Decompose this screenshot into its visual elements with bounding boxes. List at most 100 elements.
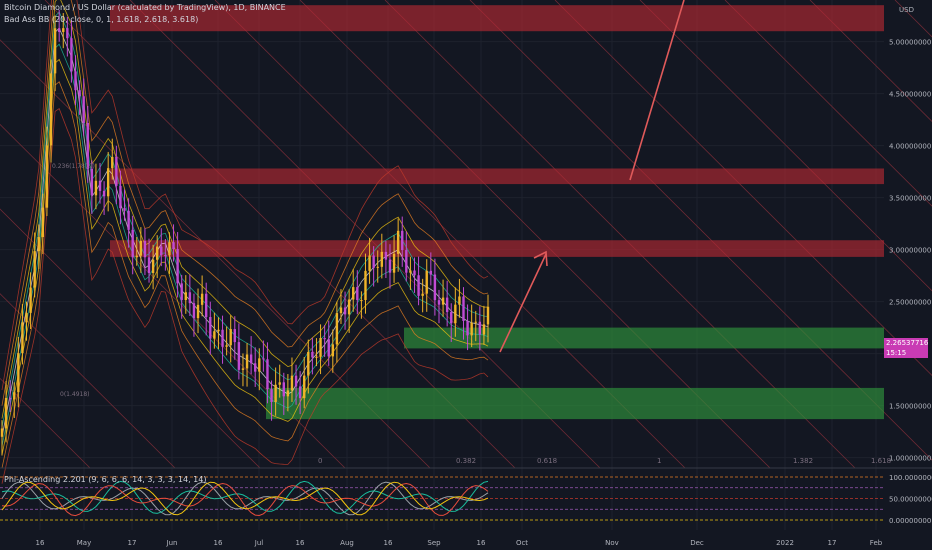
- candle-body: [13, 392, 16, 400]
- candle-body: [245, 354, 249, 369]
- candle-body: [151, 259, 155, 274]
- candle-body: [98, 180, 102, 191]
- candle-body: [135, 255, 138, 258]
- candle-body: [388, 259, 392, 273]
- candle-body: [205, 293, 208, 317]
- candle-body: [192, 303, 196, 319]
- fib-side-label: 0.236(1.7819): [52, 163, 95, 170]
- price-chart[interactable]: 5.00000000 4.50000000 4.00000000 3.50000000…: [0, 0, 932, 550]
- candle-body: [33, 251, 36, 288]
- candle-body: [127, 210, 130, 230]
- candle-body: [70, 38, 73, 72]
- osc-tick-label: 50.00000000: [889, 496, 932, 504]
- candle-body: [225, 345, 228, 347]
- time-tick-label: 16: [384, 539, 393, 547]
- candle-body: [462, 296, 465, 321]
- time-axis[interactable]: 16 May 17 Jun 16 Jul 16 Aug 16 Sep 16 Oct Nov Dec 2022…: [36, 539, 883, 547]
- osc-tick-label: 100.00000000: [889, 474, 932, 482]
- candle-body: [356, 287, 359, 301]
- candle-body: [229, 329, 232, 346]
- candle-body: [53, 28, 57, 74]
- fib-label: 0.382: [456, 457, 476, 465]
- candle-body: [413, 270, 416, 276]
- candle-body: [290, 375, 294, 391]
- time-tick-label: 16: [296, 539, 305, 547]
- candle-body: [421, 293, 424, 296]
- candle-body: [364, 270, 367, 301]
- current-price-value: 2.26537716: [886, 339, 929, 347]
- candle-body: [233, 329, 236, 343]
- candle-body: [286, 390, 290, 397]
- time-tick-label: Feb: [870, 539, 883, 547]
- candle-body: [86, 123, 89, 169]
- fib-label: 1.382: [793, 457, 813, 465]
- candle-body: [396, 230, 400, 254]
- time-tick-label: Nov: [605, 539, 619, 547]
- currency-label: USD: [899, 6, 914, 14]
- time-tick-label: Jul: [254, 539, 264, 547]
- candle-body: [17, 353, 20, 393]
- candle-body: [41, 207, 45, 238]
- candle-body: [57, 28, 61, 32]
- candle-body: [160, 246, 163, 256]
- candle-body: [209, 316, 212, 339]
- candle-body: [29, 287, 32, 313]
- price-tick-label: 5.00000000: [889, 39, 931, 47]
- candle-body: [405, 250, 408, 273]
- candle-body: [155, 246, 159, 260]
- candle-body: [139, 240, 143, 256]
- candle-body: [254, 363, 257, 372]
- candle-body: [188, 292, 192, 304]
- time-tick-label: 16: [477, 539, 486, 547]
- candle-body: [331, 344, 335, 357]
- candle-body: [78, 90, 81, 97]
- candle-body: [168, 242, 171, 256]
- candle-body: [315, 356, 318, 358]
- time-tick-label: 16: [214, 539, 223, 547]
- price-axis[interactable]: 5.00000000 4.50000000 4.00000000 3.50000000…: [889, 39, 931, 463]
- candle-body: [372, 255, 375, 268]
- candle-body: [123, 208, 126, 211]
- candle-body: [66, 28, 69, 39]
- candle-body: [274, 384, 277, 403]
- candle-body: [429, 270, 433, 275]
- candle-body: [327, 339, 330, 357]
- candle-body: [282, 382, 285, 397]
- candle-body: [21, 322, 24, 354]
- candle-body: [392, 253, 396, 273]
- candle-body: [376, 266, 379, 268]
- current-price-tag: 2.26537716 15:15: [884, 338, 928, 358]
- candle-body: [25, 312, 28, 323]
- candle-body: [409, 270, 412, 273]
- candle-body: [380, 251, 384, 267]
- candle-body: [62, 28, 65, 32]
- candle-body: [335, 313, 339, 345]
- candle-body: [347, 299, 351, 315]
- time-tick-label: Jun: [166, 539, 178, 547]
- candle-body: [311, 351, 314, 358]
- candle-body: [131, 229, 134, 258]
- candle-body: [241, 368, 245, 370]
- time-tick-label: 17: [828, 539, 837, 547]
- time-tick-label: Dec: [690, 539, 704, 547]
- candle-body: [45, 145, 49, 208]
- indicator-legend[interactable]: Bad Ass BB (20, close, 0, 1, 1.618, 2.61…: [4, 15, 198, 24]
- candle-body: [425, 270, 428, 294]
- fib-label: 1: [657, 457, 661, 465]
- oscillator-legend[interactable]: Phi-Ascending 2.201 (9, 6, 6, 6, 14, 3, …: [4, 475, 206, 484]
- price-tick-label: 3.00000000: [889, 247, 931, 255]
- symbol-legend[interactable]: Bitcoin Diamond / US Dollar (calculated …: [4, 3, 286, 12]
- time-tick-label: 2022: [776, 539, 794, 547]
- candle-body: [307, 351, 310, 376]
- candle-body: [258, 358, 261, 372]
- fib-label: 1.618: [871, 457, 891, 465]
- candle-body: [82, 96, 85, 124]
- candle-body: [294, 375, 298, 387]
- support-zone: [266, 387, 884, 420]
- candle-body: [143, 240, 147, 258]
- candle-body: [478, 321, 482, 335]
- candle-body: [278, 382, 281, 385]
- candle-body: [454, 304, 457, 324]
- candle-body: [74, 71, 77, 91]
- band-line: [1, 0, 489, 419]
